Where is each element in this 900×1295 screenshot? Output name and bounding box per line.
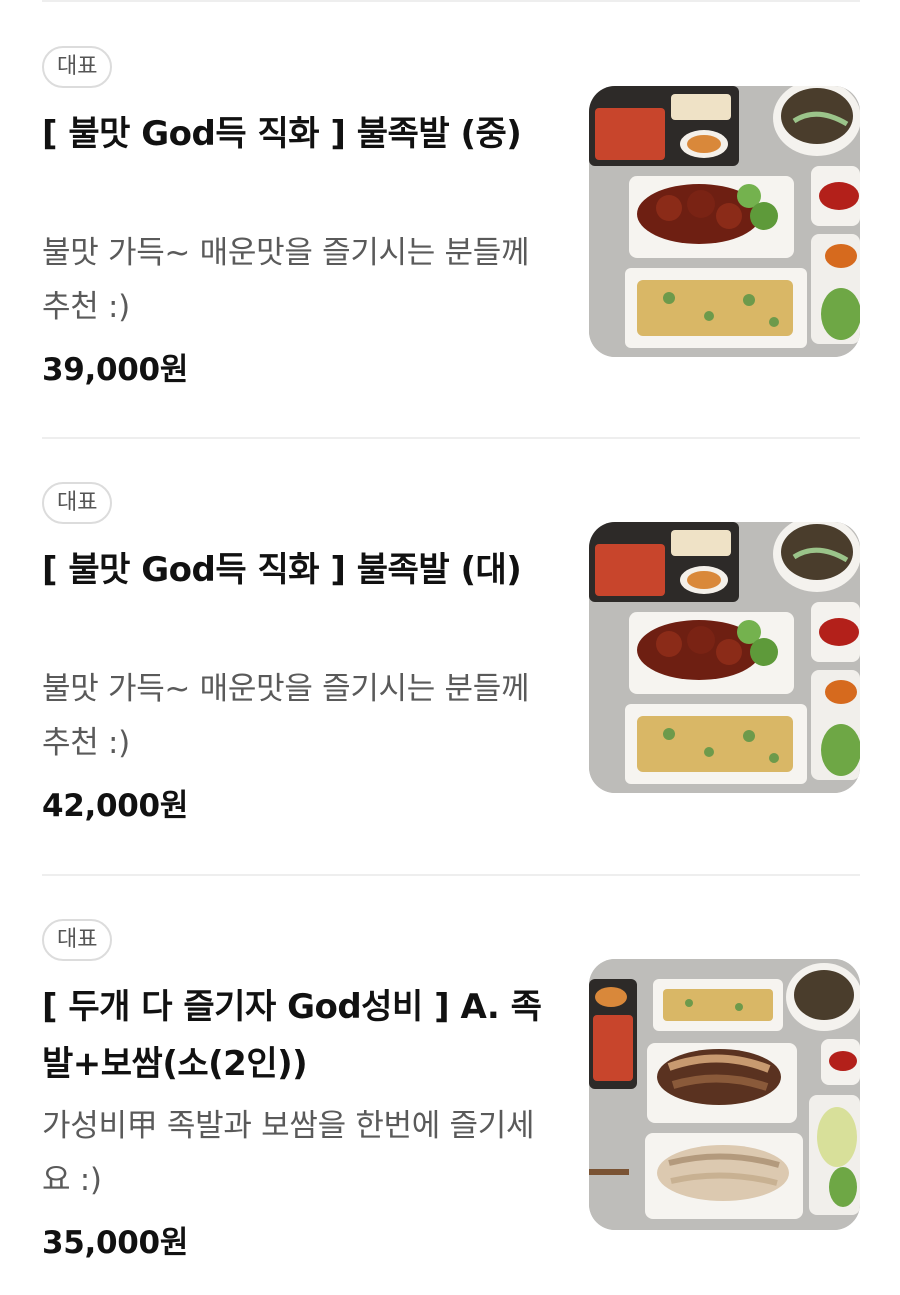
spicy-jokbal-platter-image [589, 522, 860, 793]
menu-item-photo[interactable] [589, 86, 860, 357]
menu-item-1[interactable]: 대표 [ 불맛 God득 직화 ] 불족발 (중) 불맛 가득~ 매운맛을 즐기… [42, 46, 860, 388]
signature-badge: 대표 [42, 482, 113, 524]
item-divider [42, 874, 860, 876]
menu-item-description: 불맛 가득~ 매운맛을 즐기시는 분들께 추천 :) [42, 671, 530, 761]
menu-item-2[interactable]: 대표 [ 불맛 God득 직화 ] 불족발 (대) 불맛 가득~ 매운맛을 즐기… [42, 482, 860, 824]
item-divider [42, 437, 860, 439]
jokbal-bossam-platter-image [589, 959, 860, 1230]
menu-item-photo[interactable] [589, 522, 860, 793]
signature-badge: 대표 [42, 46, 113, 88]
menu-item-title: [ 불맛 God득 직화 ] 불족발 (대) [42, 550, 522, 590]
menu-item-price: 35,000원 [42, 1225, 189, 1261]
menu-item-title: [ 두개 다 즐기자 God성비 ] A. 족발+보쌈(소(2인)) [42, 987, 542, 1084]
menu-item-title: [ 불맛 God득 직화 ] 불족발 (중) [42, 114, 522, 154]
menu-item-price: 39,000원 [42, 352, 189, 388]
menu-item-photo[interactable] [589, 959, 860, 1230]
signature-badge: 대표 [42, 919, 113, 961]
top-divider [42, 0, 860, 2]
menu-item-description: 불맛 가득~ 매운맛을 즐기시는 분들께 추천 :) [42, 235, 530, 325]
menu-item-3[interactable]: 대표 [ 두개 다 즐기자 God성비 ] A. 족발+보쌈(소(2인)) 가성… [42, 919, 860, 1261]
menu-item-description: 가성비甲 족발과 보쌈을 한번에 즐기세요 :) [42, 1108, 535, 1198]
menu-item-price: 42,000원 [42, 788, 189, 824]
spicy-jokbal-platter-image [589, 86, 860, 357]
